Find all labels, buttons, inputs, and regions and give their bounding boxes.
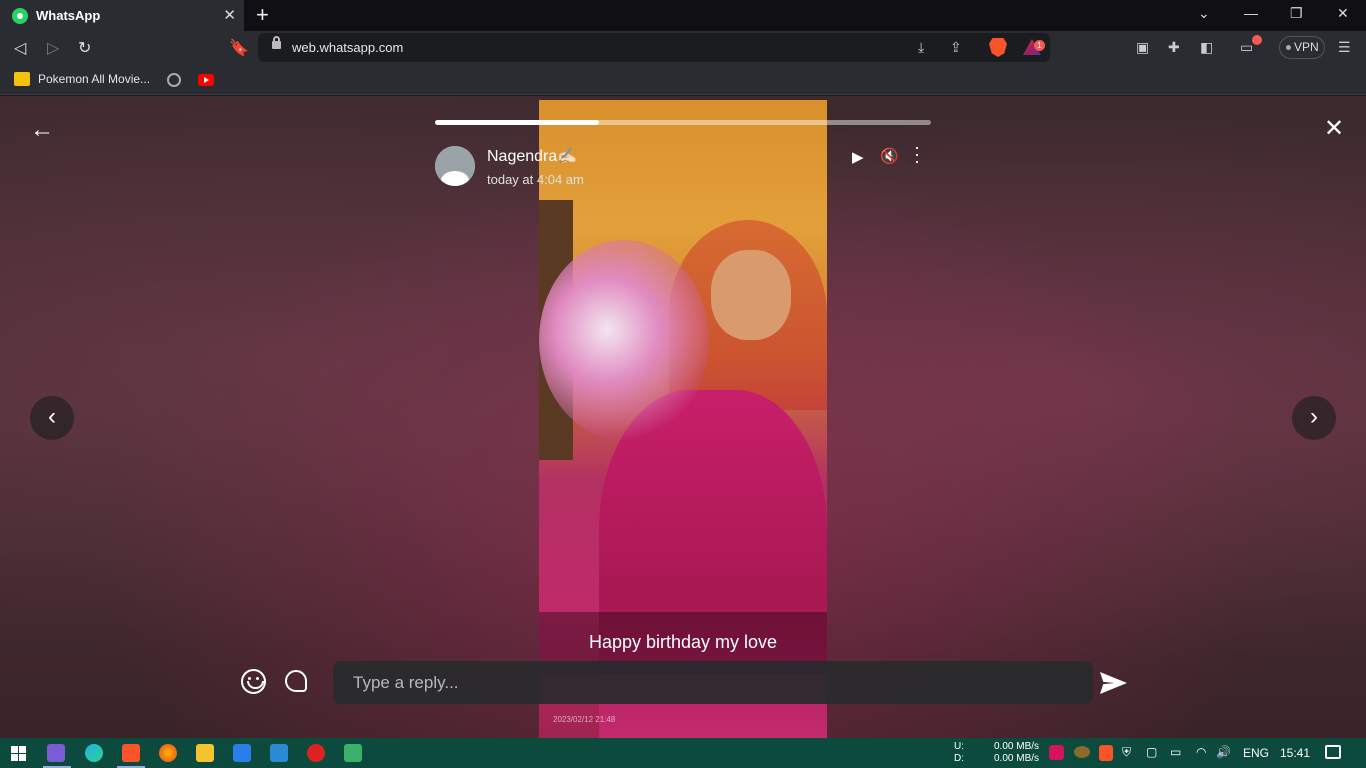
status-progress-fill — [435, 120, 599, 125]
wifi-icon[interactable]: ◠ — [1196, 745, 1206, 759]
tab-search-chevron-icon[interactable]: ⌄ — [1198, 5, 1210, 22]
bookmark-icon[interactable]: 🔖 — [229, 38, 249, 58]
forward-nav-icon[interactable]: ▷ — [47, 38, 59, 58]
emoji-icon[interactable] — [241, 669, 266, 694]
restore-icon[interactable]: ❐ — [1290, 5, 1303, 22]
tab-title: WhatsApp — [36, 8, 101, 23]
net-down-value: 0.00 MB/s — [994, 753, 1040, 764]
close-viewer-icon[interactable]: ✕ — [1324, 114, 1344, 143]
bookmark-pokemon[interactable]: Pokemon All Movie... — [14, 72, 150, 86]
status-timestamp: today at 4:04 am — [487, 172, 584, 187]
youtube-icon[interactable] — [198, 74, 214, 86]
more-options-icon[interactable]: · · · — [913, 138, 921, 170]
vpn-button[interactable]: VPN — [1279, 36, 1325, 59]
security-shield-icon[interactable]: ⛨ — [1122, 745, 1131, 760]
volume-icon[interactable]: 🔊 — [1216, 745, 1231, 759]
sidebar-icon[interactable]: ◧ — [1200, 39, 1213, 56]
bookmark-label: Pokemon All Movie... — [38, 72, 151, 86]
back-arrow-icon[interactable]: ← — [30, 116, 54, 144]
reply-input[interactable] — [333, 661, 1093, 704]
file-explorer-icon[interactable] — [196, 744, 214, 762]
browser-toolbar: ◁ ▷ ↻ 🔖 web.whatsapp.com ⤓ ⇪ 1 ▣ ✚ ◧ ▭ V… — [0, 31, 1366, 65]
photo-date-stamp: 2023/02/12 21:48 — [553, 715, 616, 724]
lock-icon — [272, 36, 281, 49]
language-indicator[interactable]: ENG — [1243, 746, 1269, 760]
contact-name[interactable]: Nagendra✍🏻 — [487, 146, 577, 166]
firefox-icon[interactable] — [159, 744, 177, 762]
brave-shields-icon[interactable] — [989, 38, 1007, 57]
net-up-value: 0.00 MB/s — [994, 741, 1040, 752]
edge-icon[interactable] — [85, 744, 103, 762]
avatar[interactable] — [435, 146, 475, 186]
photo-bouquet — [539, 240, 709, 440]
wallet-badge — [1252, 35, 1262, 45]
back-nav-icon[interactable]: ◁ — [14, 38, 26, 58]
reload-icon[interactable]: ↻ — [78, 38, 91, 58]
bookmarks-bar: Pokemon All Movie... — [0, 65, 1366, 95]
tab-strip: WhatsApp ✕ + ⌄ — ❐ ✕ — [0, 0, 1366, 31]
new-tab-button[interactable]: + — [256, 2, 269, 28]
visual-studio-icon[interactable] — [47, 744, 65, 762]
play-icon[interactable]: ▶ — [852, 148, 864, 166]
windows-taskbar: U: D: 0.00 MB/s 0.00 MB/s ⛨ ▢ ▭ ◠ 🔊 ENG … — [0, 738, 1366, 768]
wallet-icon[interactable]: ▭ — [1240, 39, 1253, 56]
battery-icon[interactable]: ▭ — [1170, 745, 1181, 759]
meet-now-icon[interactable]: ▢ — [1146, 745, 1157, 759]
rewards-badge: 1 — [1034, 40, 1045, 51]
whatsapp-icon — [12, 7, 28, 24]
net-up-label: U: — [954, 741, 964, 752]
install-app-icon[interactable]: ⤓ — [918, 39, 924, 56]
microsoft-store-icon[interactable] — [233, 744, 251, 762]
share-icon[interactable]: ⇪ — [950, 39, 962, 56]
notifications-icon[interactable] — [1325, 745, 1341, 759]
mail-icon[interactable] — [270, 744, 288, 762]
brave-tray-icon[interactable] — [1099, 745, 1113, 761]
tab-whatsapp[interactable]: WhatsApp ✕ — [0, 0, 244, 31]
sticker-icon[interactable] — [285, 670, 307, 692]
tray-app-icon[interactable] — [1074, 746, 1090, 758]
extension-icon[interactable]: ▣ — [1136, 39, 1149, 56]
clock[interactable]: 15:41 — [1280, 746, 1310, 760]
globe-icon[interactable] — [167, 73, 181, 87]
address-bar[interactable]: web.whatsapp.com ⤓ ⇪ 1 — [258, 33, 1050, 62]
photo-face — [711, 250, 791, 340]
status-progress-track — [435, 120, 931, 125]
brave-taskbar-icon[interactable] — [122, 744, 140, 762]
windows-start-icon[interactable] — [11, 746, 26, 761]
amd-icon[interactable] — [1049, 745, 1064, 760]
mute-icon[interactable]: 🔇 — [880, 147, 899, 165]
window-close-icon[interactable]: ✕ — [1337, 5, 1349, 22]
puzzle-extensions-icon[interactable]: ✚ — [1168, 39, 1180, 56]
close-tab-icon[interactable]: ✕ — [223, 6, 236, 24]
folder-favicon-icon — [14, 72, 30, 86]
status-viewer: 2023/02/12 21:48 ← ✕ Nagendra✍🏻 today at… — [0, 96, 1366, 738]
url-text[interactable]: web.whatsapp.com — [292, 40, 403, 55]
menu-icon[interactable]: ☰ — [1338, 39, 1351, 56]
net-down-label: D: — [954, 753, 964, 764]
vpn-label: VPN — [1294, 40, 1319, 54]
previous-status-button[interactable]: ‹ — [30, 396, 74, 440]
red-app-icon[interactable] — [307, 744, 325, 762]
send-icon[interactable] — [1100, 672, 1127, 694]
green-app-icon[interactable] — [344, 744, 362, 762]
next-status-button[interactable]: › — [1292, 396, 1336, 440]
status-caption: Happy birthday my love — [588, 632, 778, 652]
minimize-icon[interactable]: — — [1244, 5, 1258, 21]
